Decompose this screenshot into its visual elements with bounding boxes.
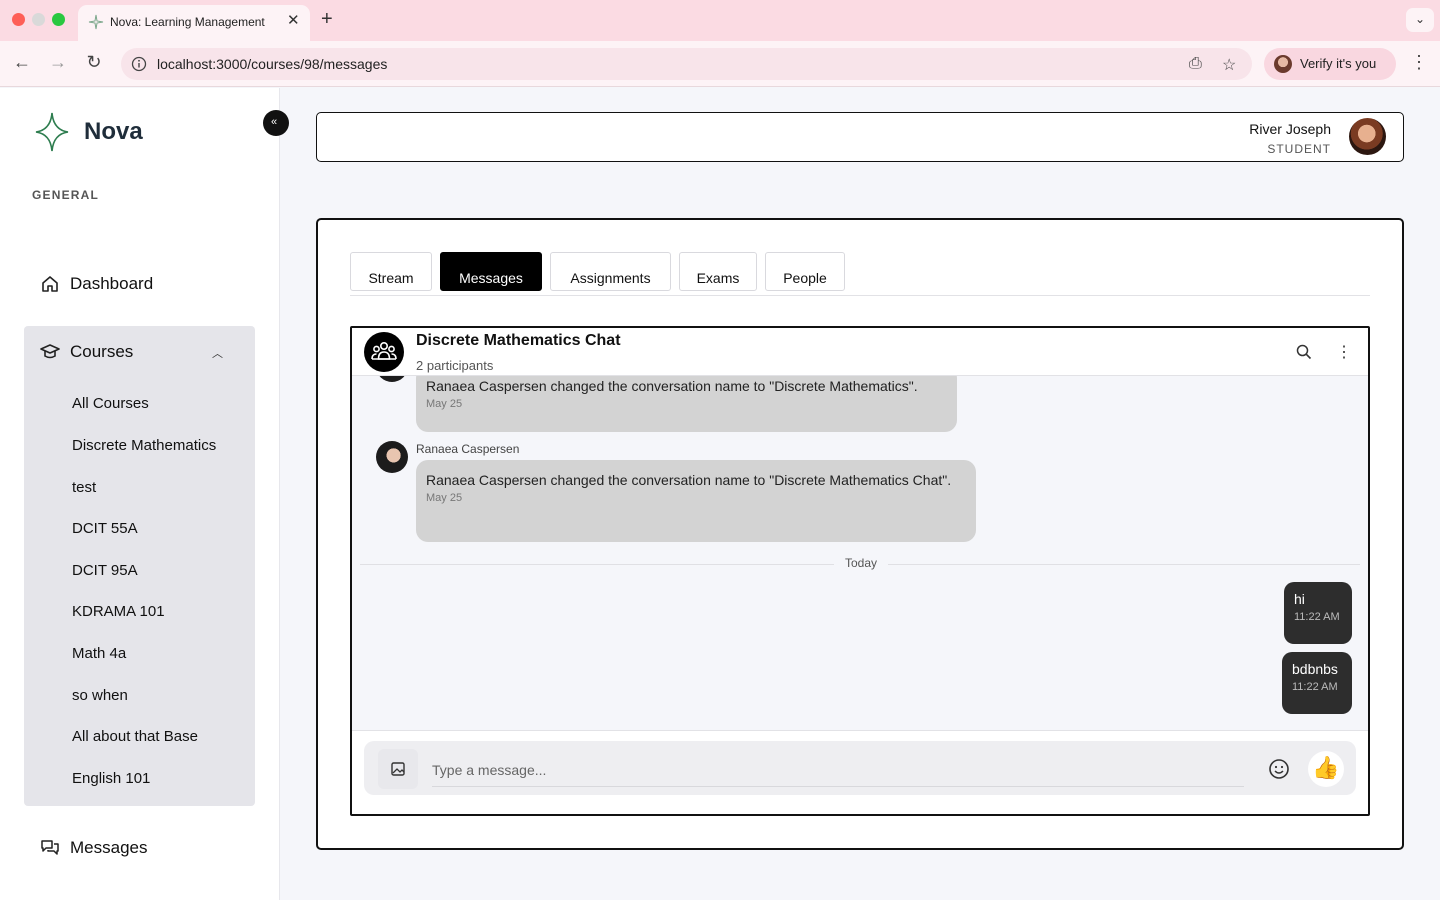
course-link[interactable]: Math 4a <box>72 645 126 662</box>
course-tabs: Stream Messages Assignments Exams People <box>350 252 1370 296</box>
chat-title: Discrete Mathematics Chat <box>416 332 621 349</box>
new-tab-icon[interactable]: + <box>321 8 333 31</box>
message-text: Ranaea Caspersen changed the conversatio… <box>426 378 918 394</box>
sidebar: Nova « GENERAL Dashboard Courses ︿ All C… <box>0 88 289 900</box>
course-link[interactable]: All Courses <box>72 395 149 412</box>
message-text: bdbnbs <box>1292 661 1338 677</box>
attach-image-button[interactable] <box>378 749 418 789</box>
home-icon <box>42 276 58 292</box>
course-link[interactable]: test <box>72 479 96 496</box>
message-time: May 25 <box>426 398 463 410</box>
chat-header: Discrete Mathematics Chat 2 participants… <box>352 328 1368 376</box>
back-arrow-icon[interactable]: ← <box>10 52 34 73</box>
more-options-icon[interactable]: ⋮ <box>1336 342 1352 362</box>
sender-name: Ranaea Caspersen <box>416 442 520 456</box>
tab-messages[interactable]: Messages <box>440 252 542 291</box>
tab-title: Nova: Learning Management <box>110 15 265 29</box>
date-divider-line <box>888 564 1360 565</box>
course-link[interactable]: DCIT 55A <box>72 520 138 537</box>
section-label: GENERAL <box>32 188 100 202</box>
message-time: 11:22 AM <box>1292 681 1338 693</box>
maximize-window-button[interactable] <box>52 13 65 26</box>
tab-exams[interactable]: Exams <box>679 252 757 291</box>
close-window-button[interactable] <box>12 13 25 26</box>
tab-people[interactable]: People <box>765 252 845 291</box>
emoji-icon[interactable] <box>1268 758 1290 780</box>
group-avatar <box>364 332 404 372</box>
image-icon <box>391 762 405 776</box>
close-tab-icon[interactable]: ✕ <box>287 11 300 29</box>
composer-area: 👍 <box>352 730 1368 814</box>
message-text: hi <box>1294 591 1305 607</box>
chat-window: Discrete Mathematics Chat 2 participants… <box>350 326 1370 816</box>
reload-icon[interactable]: ↻ <box>82 52 106 73</box>
course-link[interactable]: DCIT 95A <box>72 562 138 579</box>
bookmark-star-icon[interactable]: ☆ <box>1222 55 1236 75</box>
address-bar[interactable]: localhost:3000/courses/98/messages ⎙ ☆ <box>121 48 1252 80</box>
participants-count: 2 participants <box>416 358 494 373</box>
browser-tab-bar: Nova: Learning Management ✕ + ⌄ <box>0 0 1440 41</box>
courses-submenu: Courses ︿ All Courses Discrete Mathemati… <box>24 326 255 806</box>
tab-stream[interactable]: Stream <box>350 252 432 291</box>
sidebar-item-label: Courses <box>70 342 134 361</box>
top-header: River Joseph STUDENT <box>316 112 1404 162</box>
message-time: 11:22 AM <box>1294 611 1340 623</box>
course-link[interactable]: All about that Base <box>72 728 198 745</box>
sidebar-item-courses[interactable]: Courses ︿ <box>40 340 240 364</box>
tab-search-chevron-icon[interactable]: ⌄ <box>1406 8 1434 32</box>
verify-profile-button[interactable]: Verify it's you <box>1264 48 1396 80</box>
sidebar-item-label: Dashboard <box>70 274 154 293</box>
user-role: STUDENT <box>1267 142 1331 156</box>
date-divider: Today <box>843 556 880 570</box>
avatar <box>376 441 408 473</box>
nova-favicon-icon <box>88 14 104 30</box>
browser-tab[interactable]: Nova: Learning Management ✕ <box>78 5 310 41</box>
chevron-up-icon[interactable]: ︿ <box>212 345 223 361</box>
date-divider-line <box>360 564 834 565</box>
course-link[interactable]: KDRAMA 101 <box>72 603 165 620</box>
tab-assignments[interactable]: Assignments <box>550 252 671 291</box>
message-text: Ranaea Caspersen changed the conversatio… <box>426 472 952 488</box>
own-message-bubble: bdbnbs 11:22 AM <box>1282 652 1352 714</box>
course-link[interactable]: so when <box>72 687 128 704</box>
minimize-window-button[interactable] <box>32 13 45 26</box>
profile-avatar <box>1274 55 1292 73</box>
like-button[interactable]: 👍 <box>1308 751 1344 787</box>
message-composer: 👍 <box>364 741 1356 795</box>
nova-logo-icon <box>35 112 69 152</box>
browser-toolbar: ← → ↻ localhost:3000/courses/98/messages… <box>0 41 1440 87</box>
own-message-bubble: hi 11:22 AM <box>1284 582 1352 644</box>
course-link[interactable]: Discrete Mathematics <box>72 437 216 454</box>
graduation-cap-icon <box>40 344 60 359</box>
url-text: localhost:3000/courses/98/messages <box>157 56 388 72</box>
message-input[interactable] <box>432 753 1244 787</box>
message-time: May 25 <box>426 492 463 504</box>
course-content-card: Stream Messages Assignments Exams People… <box>316 218 1404 850</box>
site-info-icon[interactable] <box>131 56 147 72</box>
app-name: Nova <box>84 118 143 145</box>
message-bubble: Ranaea Caspersen changed the conversatio… <box>416 460 976 542</box>
course-link[interactable]: English 101 <box>72 770 150 787</box>
verify-label: Verify it's you <box>1300 56 1377 71</box>
install-app-icon[interactable]: ⎙ <box>1189 55 1202 73</box>
search-icon[interactable] <box>1296 344 1312 360</box>
browser-menu-icon[interactable]: ⋮ <box>1410 52 1428 73</box>
user-name: River Joseph <box>1249 121 1331 137</box>
collapse-sidebar-button[interactable]: « <box>263 110 289 136</box>
sidebar-item-label: Messages <box>70 838 148 857</box>
user-avatar[interactable] <box>1349 118 1386 155</box>
chat-bubbles-icon <box>41 840 59 855</box>
forward-arrow-icon[interactable]: → <box>46 52 70 73</box>
group-people-icon <box>371 342 397 360</box>
